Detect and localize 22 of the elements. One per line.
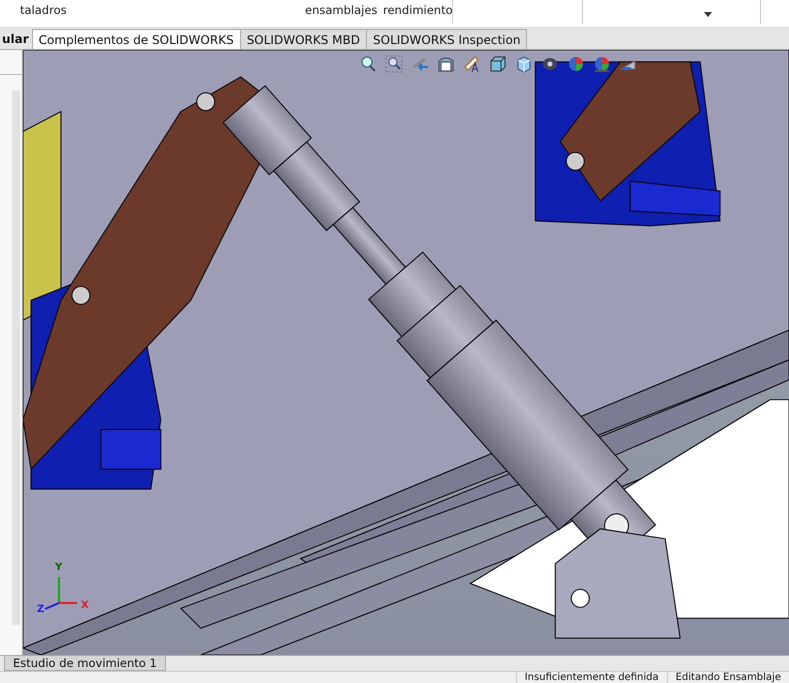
- scene-sphere-icon[interactable]: [593, 55, 611, 73]
- appearance-sphere-icon[interactable]: [567, 55, 585, 73]
- section-view-icon[interactable]: [437, 55, 455, 73]
- eye-icon[interactable]: [541, 55, 559, 73]
- annotation-view-icon[interactable]: [463, 55, 481, 73]
- tab[interactable]: SOLIDWORKS Inspection: [366, 29, 528, 49]
- status-text: Insuficientemente definida: [516, 672, 667, 683]
- axis-label: Z: [37, 605, 44, 615]
- ribbon-button-label[interactable]: ensamblajes: [305, 3, 378, 17]
- status-text: Editando Ensamblaje: [666, 672, 789, 683]
- tab[interactable]: Complementos de SOLIDWORKS: [32, 29, 241, 49]
- ribbon-button-label[interactable]: taladros: [20, 3, 67, 17]
- axis-label: X: [81, 601, 89, 611]
- zoom-area-icon[interactable]: [385, 55, 403, 73]
- ribbon-button-label[interactable]: rendimiento: [383, 3, 453, 17]
- view-cube-icon[interactable]: [489, 55, 507, 73]
- zoom-to-fit-icon[interactable]: [359, 55, 377, 73]
- tab[interactable]: ular: [0, 29, 33, 49]
- axis-label: Y: [55, 563, 62, 573]
- tab[interactable]: Estudio de movimiento 1: [4, 656, 166, 671]
- dropdown-caret-icon[interactable]: [704, 12, 712, 17]
- tab[interactable]: SOLIDWORKS MBD: [240, 29, 367, 49]
